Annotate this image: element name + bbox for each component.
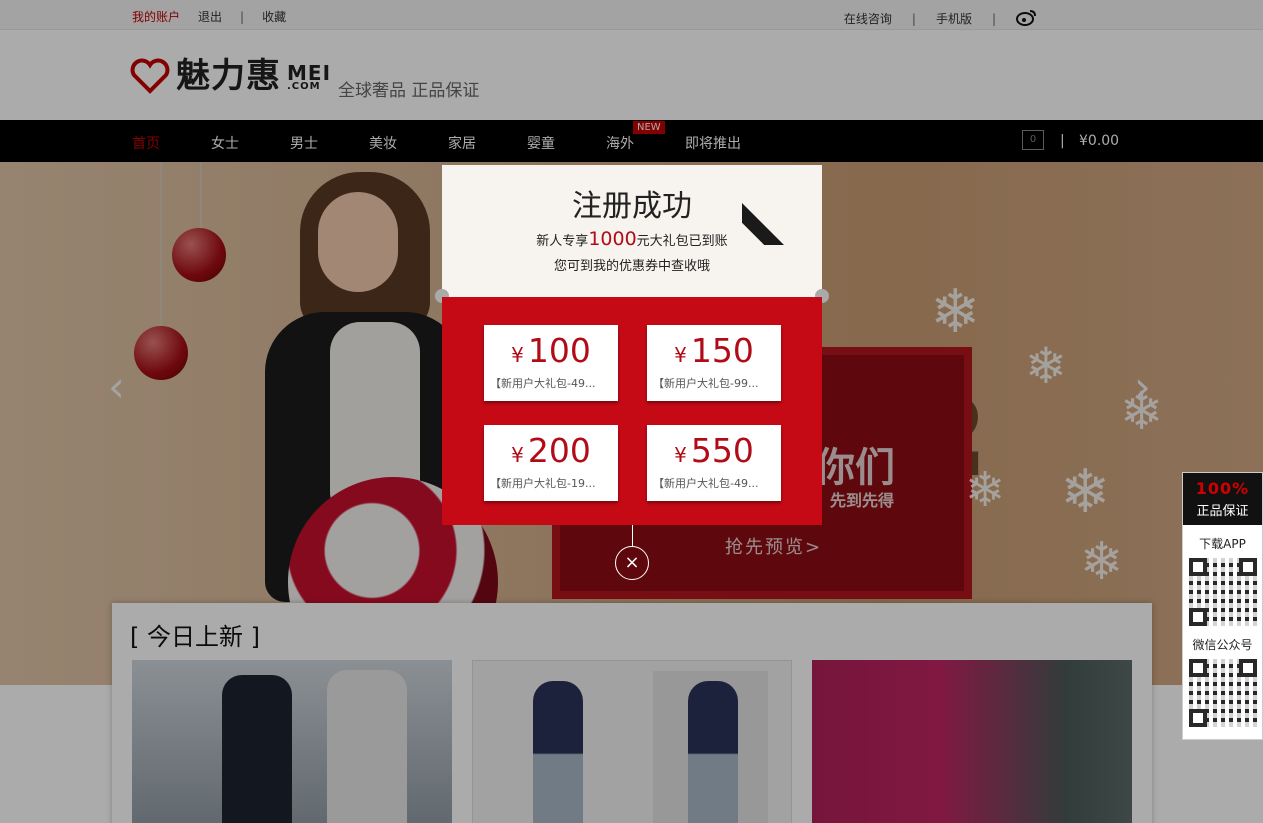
coupon-card[interactable]: ¥200 【新用户大礼包-19... [484, 425, 618, 501]
coupon-amount: 150 [690, 331, 754, 370]
page: { "topbar": { "my_account": "我的账户", "log… [0, 0, 1263, 823]
coupon-amount: 550 [690, 431, 754, 470]
coupon-desc: 【新用户大礼包-49... [653, 477, 759, 490]
coupon-card[interactable]: ¥150 【新用户大礼包-99... [647, 325, 781, 401]
percent-text: 100% [1195, 479, 1250, 498]
side-panel: 100% 正品保证 下载APP 微信公众号 [1182, 472, 1263, 740]
coupon-desc: 【新用户大礼包-49... [490, 377, 596, 390]
coupon-amount: 100 [527, 331, 591, 370]
modal-message-line2: 您可到我的优惠券中查收哦 [553, 259, 710, 274]
coupon-card[interactable]: ¥550 【新用户大礼包-49... [647, 425, 781, 501]
guarantee-text: 正品保证 [1196, 504, 1249, 519]
coupon-area: ¥100 【新用户大礼包-49... ¥150 【新用户大礼包-99... ¥2… [442, 297, 822, 525]
guarantee-box: 100% 正品保证 [1183, 473, 1262, 525]
download-app-label: 下载APP [1199, 537, 1246, 551]
register-success-modal: 注册成功 新人专享1000元大礼包已到账 您可到我的优惠券中查收哦 ¥100 【… [435, 165, 829, 525]
wechat-label: 微信公众号 [1192, 638, 1253, 652]
coupon-desc: 【新用户大礼包-19... [490, 477, 596, 490]
close-connector [632, 525, 633, 547]
wechat-qr-code [1188, 659, 1257, 727]
gift-amount: 1000 [588, 228, 637, 250]
close-icon[interactable]: × [615, 546, 649, 580]
modal-header: 注册成功 新人专享1000元大礼包已到账 您可到我的优惠券中查收哦 [442, 165, 822, 297]
coupon-amount: 200 [527, 431, 591, 470]
app-qr-code [1188, 558, 1257, 626]
coupon-card[interactable]: ¥100 【新用户大礼包-49... [484, 325, 618, 401]
ribbon-decoration [742, 165, 822, 245]
coupon-desc: 【新用户大礼包-99... [653, 377, 759, 390]
